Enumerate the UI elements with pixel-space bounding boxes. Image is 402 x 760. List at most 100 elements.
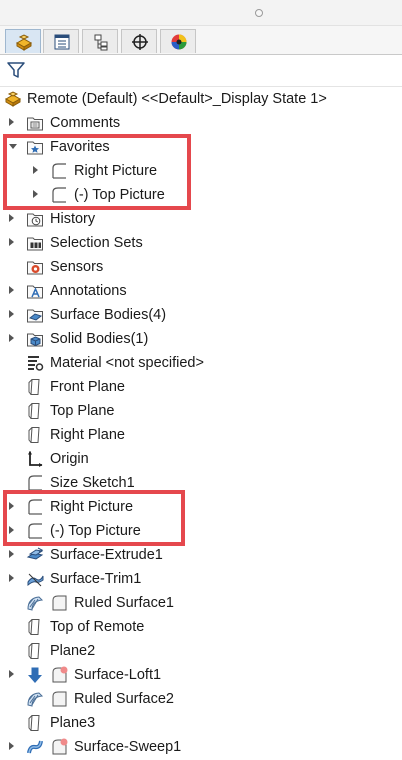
sketch-icon — [50, 186, 68, 204]
manager-tab-strip — [0, 26, 402, 55]
tree-item[interactable]: Sensors — [0, 255, 402, 279]
tree-item[interactable]: Selection Sets — [0, 231, 402, 255]
tree-item[interactable]: Material <not specified> — [0, 351, 402, 375]
property-manager-icon — [54, 34, 70, 50]
tree-item[interactable]: Ruled Surface1 — [0, 591, 402, 615]
tree-item-label: Origin — [50, 451, 89, 467]
expand-caret-icon[interactable] — [33, 190, 38, 198]
collapse-caret-icon[interactable] — [9, 144, 17, 149]
tree-item-label: Right Picture — [74, 163, 158, 179]
surface-bodies-folder-icon — [26, 306, 44, 324]
tab-configuration-manager[interactable] — [82, 29, 118, 53]
part-icon — [4, 90, 22, 108]
tree-item[interactable]: Favorites — [0, 135, 402, 159]
expand-caret-icon[interactable] — [9, 742, 14, 750]
plane-icon — [26, 402, 44, 420]
history-folder-icon — [26, 210, 44, 228]
expand-caret-icon[interactable] — [9, 526, 14, 534]
favorites-folder-icon — [26, 138, 44, 156]
display-manager-icon — [171, 34, 187, 50]
tree-item-label: History — [50, 211, 96, 227]
plane-icon — [26, 378, 44, 396]
tree-item[interactable]: Surface-Trim1 — [0, 567, 402, 591]
expand-caret-icon[interactable] — [9, 118, 14, 126]
tree-item[interactable]: (-) Top Picture — [0, 519, 402, 543]
tab-display-manager[interactable] — [160, 29, 196, 53]
tree-item-label: Comments — [50, 115, 121, 131]
expand-caret-icon[interactable] — [9, 502, 14, 510]
surface-extrude-icon — [26, 546, 44, 564]
expand-caret-icon[interactable] — [9, 550, 14, 558]
tree-item-label: Surface Bodies(4) — [50, 307, 167, 323]
tree-item[interactable]: Surface Bodies(4) — [0, 303, 402, 327]
tree-item-label: Top of Remote — [50, 619, 145, 635]
tree-item[interactable]: Annotations — [0, 279, 402, 303]
tree-item-label: Annotations — [50, 283, 127, 299]
origin-icon — [26, 450, 44, 468]
tree-item-label: Material <not specified> — [50, 355, 204, 371]
panel-grip-handle[interactable] — [255, 9, 263, 17]
surface-loft-icon — [26, 666, 44, 684]
tree-item[interactable]: (-) Top Picture — [0, 183, 402, 207]
tab-dimxpert[interactable] — [121, 29, 157, 53]
tree-item-label: Selection Sets — [50, 235, 143, 251]
tree-item[interactable]: Surface-Extrude1 — [0, 543, 402, 567]
tree-item[interactable]: Right Picture — [0, 495, 402, 519]
material-icon — [26, 354, 44, 372]
tree-item[interactable]: Right Plane — [0, 423, 402, 447]
tree-item-label: Front Plane — [50, 379, 125, 395]
sensors-folder-icon — [26, 258, 44, 276]
surface-trim-icon — [26, 570, 44, 588]
tree-item-label: Size Sketch1 — [50, 475, 135, 491]
tree-item-label: (-) Top Picture — [74, 187, 165, 203]
tree-item-label: Sensors — [50, 259, 104, 275]
sketch-icon — [26, 498, 44, 516]
tree-item[interactable]: Plane2 — [0, 639, 402, 663]
sketch-plain-overlay-icon — [50, 594, 68, 612]
expand-caret-icon[interactable] — [9, 214, 14, 222]
tree-item-label: Top Plane — [50, 403, 115, 419]
tree-item[interactable]: Ruled Surface2 — [0, 687, 402, 711]
expand-caret-icon[interactable] — [9, 286, 14, 294]
sketch-icon — [26, 474, 44, 492]
tree-root-part[interactable]: Remote (Default) <<Default>_Display Stat… — [0, 87, 402, 111]
tree-item[interactable]: History — [0, 207, 402, 231]
expand-caret-icon[interactable] — [9, 310, 14, 318]
tree-item[interactable]: Comments — [0, 111, 402, 135]
tree-item-label: Surface-Sweep1 — [74, 739, 182, 755]
expand-caret-icon[interactable] — [9, 334, 14, 342]
expand-caret-icon[interactable] — [9, 574, 14, 582]
tree-root-label: Remote (Default) <<Default>_Display Stat… — [27, 91, 327, 107]
tree-item[interactable]: Solid Bodies(1) — [0, 327, 402, 351]
sketch-overlay-icon — [50, 738, 68, 756]
tree-item[interactable]: Front Plane — [0, 375, 402, 399]
tree-item[interactable]: Surface-Sweep1 — [0, 735, 402, 759]
filter-icon[interactable] — [6, 60, 26, 80]
tree-item[interactable]: Top Plane — [0, 399, 402, 423]
tree-item[interactable]: Plane3 — [0, 711, 402, 735]
selection-sets-folder-icon — [26, 234, 44, 252]
tab-feature-manager[interactable] — [5, 29, 41, 53]
tab-property-manager[interactable] — [43, 29, 79, 53]
sketch-icon — [26, 522, 44, 540]
tree-item[interactable]: Right Picture — [0, 159, 402, 183]
tree-item-label: Ruled Surface1 — [74, 595, 174, 611]
tree-item[interactable]: Origin — [0, 447, 402, 471]
plane-icon — [26, 714, 44, 732]
comments-folder-icon — [26, 114, 44, 132]
expand-caret-icon[interactable] — [9, 238, 14, 246]
tree-item-label: Surface-Extrude1 — [50, 547, 163, 563]
sketch-icon — [50, 162, 68, 180]
tree-item[interactable]: Top of Remote — [0, 615, 402, 639]
solid-bodies-folder-icon — [26, 330, 44, 348]
ruled-surface-icon — [26, 690, 44, 708]
expand-caret-icon[interactable] — [33, 166, 38, 174]
expand-caret-icon[interactable] — [9, 670, 14, 678]
surface-sweep-icon — [26, 738, 44, 756]
filter-bar — [0, 55, 402, 87]
tree-item-label: Solid Bodies(1) — [50, 331, 149, 347]
tree-item[interactable]: Surface-Loft1 — [0, 663, 402, 687]
plane-icon — [26, 618, 44, 636]
tree-item-label: Right Plane — [50, 427, 125, 443]
tree-item[interactable]: Size Sketch1 — [0, 471, 402, 495]
